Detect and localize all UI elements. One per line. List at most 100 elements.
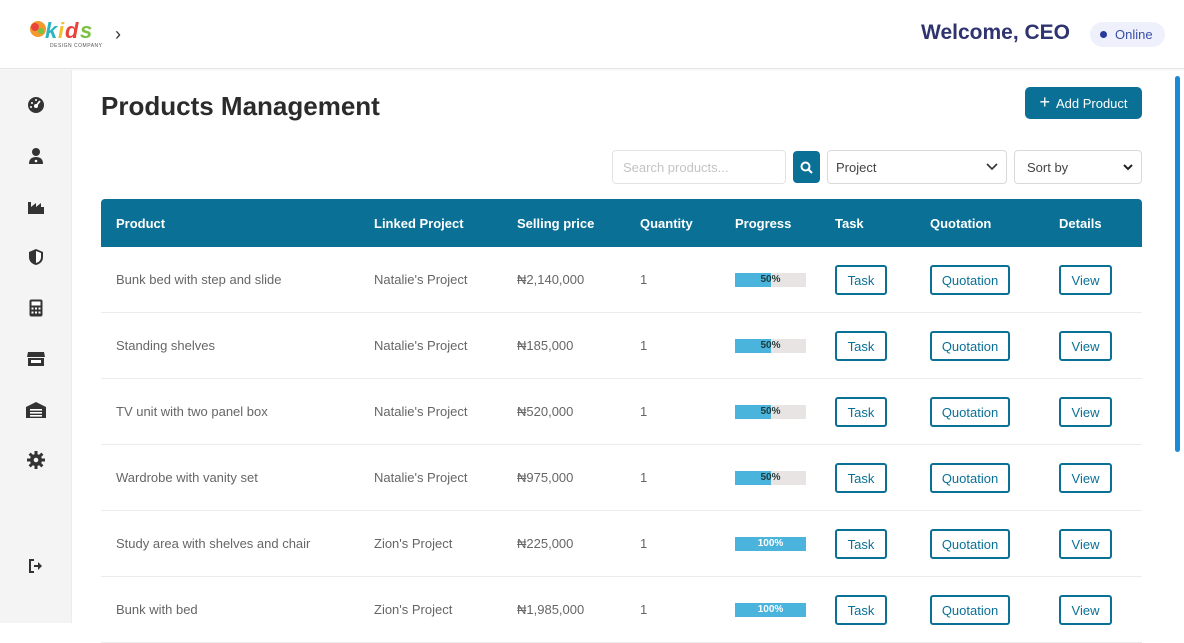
progress-bar: 50% <box>735 273 806 287</box>
product-name: Standing shelves <box>116 338 216 353</box>
task-button[interactable]: Task <box>835 397 887 427</box>
quotation-button[interactable]: Quotation <box>930 331 1010 361</box>
calculator-icon[interactable] <box>26 298 46 318</box>
product-name: TV unit with two panel box <box>116 404 268 419</box>
linked-project: Zion's Project <box>374 602 453 617</box>
dashboard-gauge-icon[interactable] <box>26 95 46 115</box>
quantity: 1 <box>640 338 648 353</box>
svg-text:DESIGN COMPANY: DESIGN COMPANY <box>50 43 103 49</box>
sort-select[interactable]: Sort by <box>1014 150 1142 184</box>
warehouse-icon[interactable] <box>26 400 46 420</box>
users-icon[interactable] <box>26 146 46 166</box>
header-progress: Progress <box>735 216 792 231</box>
logout-icon[interactable] <box>26 556 46 576</box>
chevron-down-icon <box>1123 163 1133 170</box>
view-button[interactable]: View <box>1059 331 1112 361</box>
task-button[interactable]: Task <box>835 331 887 361</box>
table-row: Wardrobe with vanity set Natalie's Proje… <box>101 445 1142 511</box>
top-header: k i d s DESIGN COMPANY › Welcome, CEO On… <box>0 0 1184 69</box>
selling-price: ₦520,000 <box>517 404 574 419</box>
sort-value: Sort by <box>1027 159 1069 175</box>
gear-icon[interactable] <box>26 450 46 470</box>
linked-project: Natalie's Project <box>374 404 468 419</box>
selling-price: ₦1,985,000 <box>517 602 585 617</box>
progress-bar: 100% <box>735 603 806 617</box>
quantity: 1 <box>640 272 648 287</box>
progress-bar: 50% <box>735 405 806 419</box>
factory-icon[interactable] <box>26 197 46 217</box>
page-scrollbar[interactable] <box>1175 76 1180 452</box>
table-header: Product Linked Project Selling price Qua… <box>101 199 1142 247</box>
progress-label: 50% <box>760 340 781 351</box>
sidebar <box>0 70 72 623</box>
task-button[interactable]: Task <box>835 529 887 559</box>
header-task: Task <box>835 216 864 231</box>
quotation-button[interactable]: Quotation <box>930 397 1010 427</box>
linked-project: Natalie's Project <box>374 272 468 287</box>
table-row: TV unit with two panel box Natalie's Pro… <box>101 379 1142 445</box>
view-button[interactable]: View <box>1059 463 1112 493</box>
kids-logo[interactable]: k i d s DESIGN COMPANY <box>28 16 110 50</box>
table-row: Bunk with bed Zion's Project ₦1,985,000 … <box>101 577 1142 643</box>
status-text: Online <box>1115 27 1153 42</box>
progress-bar: 50% <box>735 339 806 353</box>
linked-project: Natalie's Project <box>374 470 468 485</box>
product-name: Bunk with bed <box>116 602 198 617</box>
quotation-button[interactable]: Quotation <box>930 595 1010 625</box>
table-row: Study area with shelves and chair Zion's… <box>101 511 1142 577</box>
plus-icon: + <box>1039 91 1050 112</box>
product-name: Bunk bed with step and slide <box>116 272 282 287</box>
task-button[interactable]: Task <box>835 463 887 493</box>
project-filter-select[interactable]: Project <box>827 150 1007 184</box>
progress-label: 50% <box>760 472 781 483</box>
task-button[interactable]: Task <box>835 595 887 625</box>
progress-label: 100% <box>757 538 784 549</box>
search-icon <box>800 161 813 174</box>
table-row: Bunk bed with step and slide Natalie's P… <box>101 247 1142 313</box>
header-selling-price: Selling price <box>517 216 595 231</box>
search-input[interactable] <box>612 150 786 184</box>
header-linked-project: Linked Project <box>374 216 464 231</box>
svg-text:s: s <box>80 18 92 43</box>
quantity: 1 <box>640 602 648 617</box>
shield-icon[interactable] <box>26 247 46 267</box>
table-row: Standing shelves Natalie's Project ₦185,… <box>101 313 1142 379</box>
quotation-button[interactable]: Quotation <box>930 463 1010 493</box>
view-button[interactable]: View <box>1059 265 1112 295</box>
quantity: 1 <box>640 536 648 551</box>
svg-text:k: k <box>45 18 59 43</box>
products-table: Product Linked Project Selling price Qua… <box>101 199 1142 643</box>
status-dot-icon <box>1100 31 1107 38</box>
view-button[interactable]: View <box>1059 397 1112 427</box>
project-filter-value: Project <box>836 159 877 175</box>
product-name: Study area with shelves and chair <box>116 536 311 551</box>
header-details: Details <box>1059 216 1102 231</box>
selling-price: ₦975,000 <box>517 470 574 485</box>
svg-text:d: d <box>65 18 79 43</box>
quotation-button[interactable]: Quotation <box>930 265 1010 295</box>
quantity: 1 <box>640 470 648 485</box>
view-button[interactable]: View <box>1059 529 1112 559</box>
progress-bar: 100% <box>735 537 806 551</box>
add-product-button[interactable]: + Add Product <box>1025 87 1142 119</box>
header-quantity: Quantity <box>640 216 693 231</box>
quotation-button[interactable]: Quotation <box>930 529 1010 559</box>
header-quotation: Quotation <box>930 216 992 231</box>
task-button[interactable]: Task <box>835 265 887 295</box>
progress-label: 100% <box>757 604 784 615</box>
selling-price: ₦2,140,000 <box>517 272 585 287</box>
store-icon[interactable] <box>26 349 46 369</box>
selling-price: ₦225,000 <box>517 536 574 551</box>
linked-project: Zion's Project <box>374 536 453 551</box>
progress-label: 50% <box>760 274 781 285</box>
chevron-down-icon <box>986 163 998 171</box>
welcome-text: Welcome, CEO <box>921 21 1070 44</box>
search-button[interactable] <box>793 151 820 183</box>
page-title: Products Management <box>101 91 380 121</box>
chevron-right-icon[interactable]: › <box>115 24 121 45</box>
view-button[interactable]: View <box>1059 595 1112 625</box>
status-badge: Online <box>1090 22 1165 47</box>
header-product: Product <box>116 216 166 231</box>
linked-project: Natalie's Project <box>374 338 468 353</box>
selling-price: ₦185,000 <box>517 338 574 353</box>
